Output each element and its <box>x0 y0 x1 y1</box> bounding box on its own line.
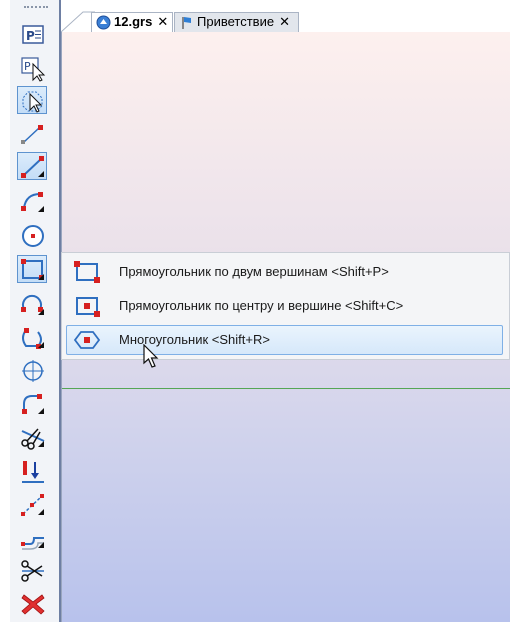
cut-scissors-icon[interactable] <box>17 556 47 584</box>
menu-item-polygon[interactable]: Многоугольник <Shift+R> <box>66 325 503 355</box>
dimension-icon[interactable] <box>17 457 47 485</box>
svg-text:P: P <box>26 29 35 43</box>
select-pointer-icon[interactable] <box>17 86 47 114</box>
menu-item-label: Прямоугольник по двум вершинам <Shift+P> <box>119 264 389 279</box>
trim-scissors-icon[interactable] <box>17 422 47 450</box>
curve-icon[interactable] <box>17 323 47 351</box>
parameters-window-icon[interactable]: P <box>17 20 47 48</box>
toolbar-grip[interactable] <box>24 6 48 10</box>
node-line-icon[interactable] <box>17 119 47 147</box>
menu-item-rect-two-corners[interactable]: Прямоугольник по двум вершинам <Shift+P> <box>66 257 503 287</box>
tab-close-icon[interactable]: ✕ <box>157 14 174 29</box>
axis-line <box>62 388 510 389</box>
tab-close-icon[interactable]: ✕ <box>279 14 296 29</box>
tab-label: 12.grs <box>114 14 153 29</box>
flag-icon <box>182 17 191 29</box>
tab-welcome[interactable]: Приветствие ✕ <box>174 12 299 32</box>
parameters-select-icon[interactable]: P <box>17 53 47 82</box>
document-3d-icon <box>96 15 111 30</box>
svg-text:P: P <box>24 60 31 73</box>
mouse-cursor-icon <box>143 344 159 368</box>
line-segment-icon[interactable] <box>17 152 47 180</box>
rectangle-flyout-menu: Прямоугольник по двум вершинам <Shift+P>… <box>61 252 510 360</box>
offset-curve-icon[interactable] <box>17 523 47 551</box>
tab-12-grs[interactable]: 12.grs ✕ <box>91 12 173 32</box>
rectangle-two-corners-icon <box>74 261 100 283</box>
drawing-toolbar: P P <box>10 0 60 622</box>
arc-icon[interactable] <box>17 187 47 215</box>
tab-label: Приветствие <box>197 14 275 29</box>
circle-icon[interactable] <box>17 221 47 249</box>
polygon-icon <box>73 331 101 349</box>
fillet-icon[interactable] <box>17 389 47 417</box>
menu-item-label: Многоугольник <Shift+R> <box>119 332 270 347</box>
rectangle-icon[interactable] <box>17 255 47 283</box>
arc-segment-icon[interactable] <box>17 290 47 318</box>
menu-item-rect-center[interactable]: Прямоугольник по центру и вершине <Shift… <box>66 291 503 321</box>
delete-x-icon[interactable] <box>17 589 47 617</box>
tab-bar-edge <box>61 11 95 32</box>
menu-item-label: Прямоугольник по центру и вершине <Shift… <box>119 298 404 313</box>
rectangle-center-icon <box>76 297 100 317</box>
spline-icon[interactable] <box>17 490 47 518</box>
crosshair-circle-icon[interactable] <box>17 356 47 384</box>
document-tab-bar: 12.grs ✕ Приветствие ✕ <box>61 0 510 32</box>
